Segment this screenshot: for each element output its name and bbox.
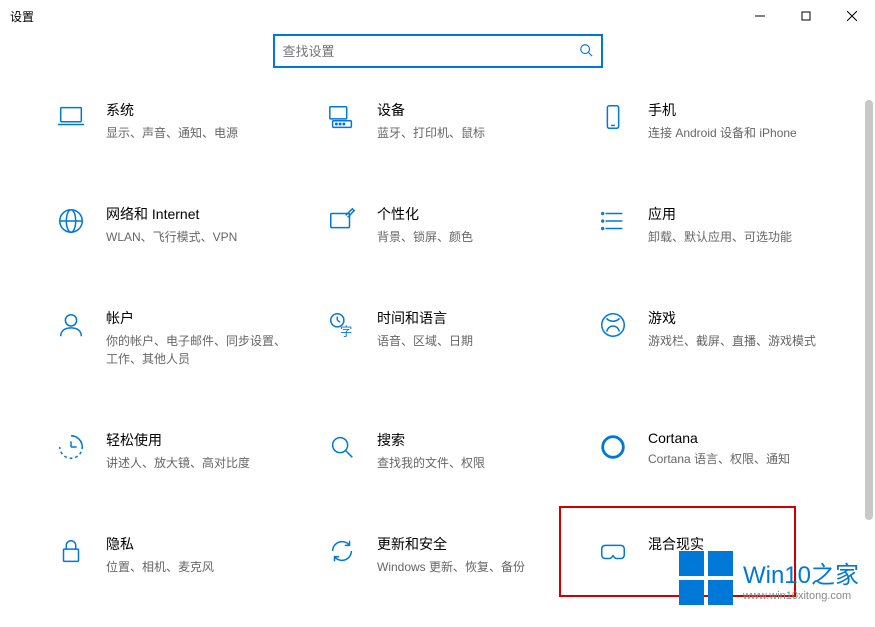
- tile-mixed-reality[interactable]: 混合现实: [594, 532, 855, 578]
- settings-grid: 系统 显示、声音、通知、电源 设备 蓝牙、打印机、鼠标 手机 连接 Androi…: [52, 98, 855, 578]
- tile-personalization[interactable]: 个性化 背景、锁屏、颜色: [323, 202, 584, 248]
- lock-icon: [54, 534, 88, 568]
- headset-icon: [596, 534, 630, 568]
- tile-update-security[interactable]: 更新和安全 Windows 更新、恢复、备份: [323, 532, 584, 578]
- tile-subtitle: 蓝牙、打印机、鼠标: [377, 124, 557, 142]
- phone-icon: [596, 100, 630, 134]
- minimize-button[interactable]: [737, 0, 783, 32]
- svg-text:字: 字: [340, 323, 352, 338]
- tile-subtitle: 显示、声音、通知、电源: [106, 124, 286, 142]
- window-title: 设置: [10, 8, 34, 25]
- tile-title: 个性化: [377, 204, 557, 224]
- tile-subtitle: 位置、相机、麦克风: [106, 558, 286, 576]
- tile-title: 手机: [648, 100, 828, 120]
- tile-devices[interactable]: 设备 蓝牙、打印机、鼠标: [323, 98, 584, 144]
- tile-subtitle: WLAN、飞行模式、VPN: [106, 228, 286, 246]
- tile-subtitle: 查找我的文件、权限: [377, 454, 557, 472]
- tile-subtitle: Cortana 语言、权限、通知: [648, 450, 828, 468]
- tile-title: 游戏: [648, 308, 828, 328]
- search-wrap: [0, 34, 875, 68]
- tile-subtitle: 你的帐户、电子邮件、同步设置、工作、其他人员: [106, 332, 286, 368]
- tile-title: Cortana: [648, 430, 828, 446]
- titlebar: 设置: [0, 0, 875, 32]
- cortana-icon: [596, 430, 630, 464]
- tile-search[interactable]: 搜索 查找我的文件、权限: [323, 428, 584, 474]
- person-icon: [54, 308, 88, 342]
- paint-icon: [325, 204, 359, 238]
- maximize-button[interactable]: [783, 0, 829, 32]
- close-button[interactable]: [829, 0, 875, 32]
- tile-title: 应用: [648, 204, 828, 224]
- tile-subtitle: 连接 Android 设备和 iPhone: [648, 124, 828, 142]
- apps-icon: [596, 204, 630, 238]
- tile-apps[interactable]: 应用 卸载、默认应用、可选功能: [594, 202, 855, 248]
- tile-network[interactable]: 网络和 Internet WLAN、飞行模式、VPN: [52, 202, 313, 248]
- tile-accounts[interactable]: 帐户 你的帐户、电子邮件、同步设置、工作、其他人员: [52, 306, 313, 370]
- tile-title: 混合现实: [648, 534, 828, 554]
- ease-icon: [54, 430, 88, 464]
- tile-title: 时间和语言: [377, 308, 557, 328]
- tile-subtitle: 讲述人、放大镜、高对比度: [106, 454, 286, 472]
- tile-system[interactable]: 系统 显示、声音、通知、电源: [52, 98, 313, 144]
- search-box[interactable]: [273, 34, 603, 68]
- tile-ease-of-access[interactable]: 轻松使用 讲述人、放大镜、高对比度: [52, 428, 313, 474]
- update-icon: [325, 534, 359, 568]
- tile-cortana[interactable]: Cortana Cortana 语言、权限、通知: [594, 428, 855, 474]
- tile-privacy[interactable]: 隐私 位置、相机、麦克风: [52, 532, 313, 578]
- laptop-icon: [54, 100, 88, 134]
- tile-time-language[interactable]: 字 时间和语言 语音、区域、日期: [323, 306, 584, 370]
- globe-icon: [54, 204, 88, 238]
- tile-gaming[interactable]: 游戏 游戏栏、截屏、直播、游戏模式: [594, 306, 855, 370]
- tile-title: 隐私: [106, 534, 286, 554]
- xbox-icon: [596, 308, 630, 342]
- tile-title: 设备: [377, 100, 557, 120]
- devices-icon: [325, 100, 359, 134]
- scrollbar[interactable]: [865, 100, 873, 520]
- window-controls: [737, 0, 875, 32]
- search-tile-icon: [325, 430, 359, 464]
- tile-subtitle: 背景、锁屏、颜色: [377, 228, 557, 246]
- tile-title: 轻松使用: [106, 430, 286, 450]
- tile-subtitle: Windows 更新、恢复、备份: [377, 558, 557, 576]
- tile-title: 系统: [106, 100, 286, 120]
- watermark-url: www.win10xitong.com: [743, 590, 859, 602]
- search-input[interactable]: [283, 44, 579, 59]
- search-icon[interactable]: [579, 43, 593, 60]
- tile-title: 更新和安全: [377, 534, 557, 554]
- time-language-icon: 字: [325, 308, 359, 342]
- tile-phone[interactable]: 手机 连接 Android 设备和 iPhone: [594, 98, 855, 144]
- tile-subtitle: 卸载、默认应用、可选功能: [648, 228, 828, 246]
- tile-title: 搜索: [377, 430, 557, 450]
- tile-subtitle: 语音、区域、日期: [377, 332, 557, 350]
- tile-title: 帐户: [106, 308, 286, 328]
- tile-title: 网络和 Internet: [106, 204, 286, 224]
- tile-subtitle: 游戏栏、截屏、直播、游戏模式: [648, 332, 828, 350]
